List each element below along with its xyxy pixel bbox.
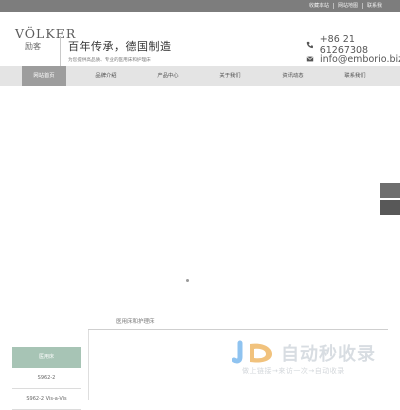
contact-info: +86 21 61267308 info@emborio.biz [306, 34, 400, 66]
watermark-logo [232, 340, 272, 364]
watermark-subtitle: 做上链接→来访一次→自动收录 [242, 367, 345, 375]
nav-item-contact[interactable]: 联系我们 [333, 66, 377, 86]
section-title: 医用床和护理床 [116, 319, 155, 325]
watermark-title: 自动秒收录 [281, 344, 376, 365]
site-header: VÖLKER 励客 百年传承，德国制造 为您提供高品质、专业的医用床和护理床 +… [0, 12, 400, 68]
logo-wordmark: VÖLKER [15, 26, 77, 41]
hero-banner [0, 86, 400, 310]
floating-toolbar [380, 183, 400, 216]
top-utility-bar: 收藏本站 网站地图 联系我 [0, 0, 400, 12]
sidebar-head[interactable]: 医用床 [12, 347, 81, 368]
watermark: 自动秒收录 做上链接→来访一次→自动收录 [232, 340, 392, 384]
category-sidebar: 医用床 S962-2 S962-2 Vis-a-Vis [12, 347, 81, 410]
phone-icon [306, 41, 313, 49]
logo-chinese-name: 励客 [25, 42, 41, 51]
section-header: 医用床和护理床 [88, 315, 388, 330]
sitemap-link[interactable]: 网站地图 [334, 0, 362, 12]
main-nav: 网站首页 品牌介绍 产品中心 关于我们 资讯动态 联系我们 [0, 66, 400, 86]
nav-item-home[interactable]: 网站首页 [22, 66, 66, 86]
logo-divider [60, 36, 61, 68]
bookmark-link[interactable]: 收藏本站 [305, 0, 333, 12]
brand-logo[interactable]: VÖLKER 励客 [15, 26, 77, 61]
nav-item-brand[interactable]: 品牌介绍 [84, 66, 128, 86]
sidebar-item[interactable]: S962-2 [12, 368, 81, 389]
phone-row: +86 21 61267308 [306, 34, 400, 56]
email-address[interactable]: info@emborio.biz [320, 54, 400, 65]
slider-dot[interactable] [186, 279, 189, 282]
contact-link[interactable]: 联系我 [363, 0, 386, 12]
utility-links: 收藏本站 网站地图 联系我 [305, 0, 386, 12]
nav-item-news[interactable]: 资讯动态 [271, 66, 315, 86]
brand-subslogan: 为您提供高品质、专业的医用床和护理床 [68, 58, 151, 63]
brand-slogan: 百年传承，德国制造 [68, 40, 172, 53]
nav-item-products[interactable]: 产品中心 [146, 66, 190, 86]
float-top-button[interactable] [380, 200, 400, 215]
nav-item-about[interactable]: 关于我们 [208, 66, 252, 86]
email-row: info@emborio.biz [306, 52, 400, 66]
float-contact-button[interactable] [380, 183, 400, 198]
mail-icon [306, 56, 314, 62]
